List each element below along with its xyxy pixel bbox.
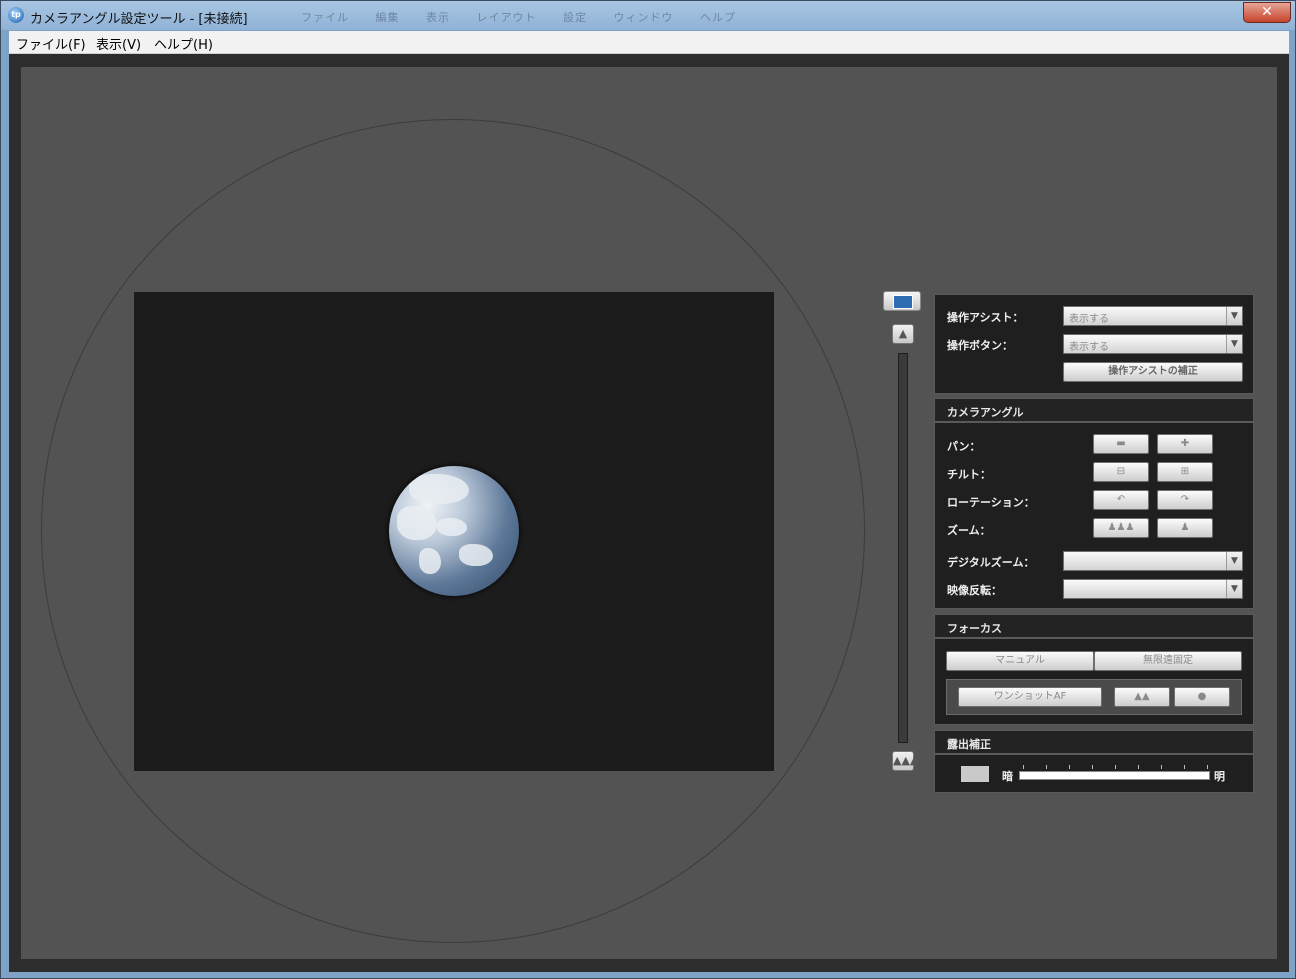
pan-plus-button[interactable]: ✚: [1157, 434, 1213, 454]
pan-minus-button[interactable]: ▬: [1093, 434, 1149, 454]
exposure-tick: [1207, 765, 1208, 769]
menu-help[interactable]: ヘルプ(H): [154, 34, 213, 53]
minus-box-icon: ⊟: [1116, 466, 1126, 477]
assist-correct-button[interactable]: 操作アシストの補正: [1063, 362, 1243, 382]
focus-near-button[interactable]: ●: [1174, 687, 1230, 707]
zoom-tele-icon[interactable]: ▲: [892, 324, 914, 344]
zoom-label: ズーム：: [947, 524, 991, 537]
focus-far-button[interactable]: ▲▲: [1114, 687, 1170, 707]
rotate-left-button[interactable]: ↶: [1093, 490, 1149, 510]
op-assist-label: 操作アシスト：: [947, 311, 1024, 324]
exposure-header: 露出補正: [934, 730, 1254, 754]
ghost-menu-item: ヘルプ: [700, 11, 736, 24]
plus-icon: ✚: [1180, 438, 1190, 449]
menu-view[interactable]: 表示(V): [96, 34, 141, 53]
chevron-down-icon: ▼: [1226, 552, 1242, 570]
focus-manual-button[interactable]: マニュアル: [946, 651, 1094, 671]
focus-infinity-button[interactable]: 無限遠固定: [1094, 651, 1242, 671]
ghost-menu-item: ウィンドウ: [613, 11, 674, 24]
person-icon: ●: [1197, 691, 1207, 702]
exposure-tick: [1046, 765, 1047, 769]
ghost-menu-item: 編集: [375, 11, 400, 24]
tilt-plus-button[interactable]: ⊞: [1157, 462, 1213, 482]
tilt-label: チルト：: [947, 468, 991, 481]
zoom-wide-icon[interactable]: ▲▲▲: [892, 751, 918, 771]
exposure-tick: [1184, 765, 1185, 769]
ghost-menu-item: ファイル: [301, 11, 349, 24]
close-button[interactable]: ✕: [1243, 2, 1291, 23]
exposure-tick: [1161, 765, 1162, 769]
pan-label: パン：: [947, 440, 981, 453]
chevron-down-icon: ▼: [1226, 335, 1242, 353]
exposure-tick: [1023, 765, 1024, 769]
exposure-slider[interactable]: [1019, 771, 1210, 780]
ghost-menu-item: レイアウト: [476, 11, 537, 24]
exposure-swatch: [961, 766, 989, 782]
digital-zoom-label: デジタルズーム：: [947, 556, 1035, 569]
app-window: tp カメラアングル設定ツール - [未接続] ファイル 編集 表示 レイアウト…: [0, 0, 1296, 979]
oneshot-af-button[interactable]: ワンショットAF: [958, 687, 1102, 707]
digital-zoom-select[interactable]: ▼: [1063, 551, 1243, 571]
fit-view-icon[interactable]: [883, 291, 921, 311]
exposure-tick: [1115, 765, 1116, 769]
op-assist-select[interactable]: 表示する ▼: [1063, 306, 1243, 326]
ghost-menu-item: 表示: [426, 11, 450, 24]
zoom-tele-button[interactable]: ♟: [1157, 518, 1213, 538]
rotation-label: ローテーション：: [947, 496, 1035, 509]
globe-image: [389, 466, 519, 596]
op-button-label: 操作ボタン：: [947, 339, 1013, 352]
minus-icon: ▬: [1116, 438, 1126, 449]
zoom-tele-icon: ♟: [1180, 522, 1190, 533]
tilt-minus-button[interactable]: ⊟: [1093, 462, 1149, 482]
menu-file[interactable]: ファイル(F): [16, 34, 86, 53]
window-title: カメラアングル設定ツール - [未接続]: [30, 12, 248, 27]
camera-angle-header: カメラアングル: [934, 398, 1254, 422]
zoom-wide-icon: ♟♟♟: [1107, 522, 1135, 533]
chevron-down-icon: ▼: [1226, 307, 1242, 325]
menu-bar: ファイル(F) 表示(V) ヘルプ(H): [9, 31, 1289, 54]
app-icon: tp: [8, 7, 24, 23]
title-bar[interactable]: tp カメラアングル設定ツール - [未接続] ファイル 編集 表示 レイアウト…: [1, 1, 1295, 30]
exposure-dark-label: 暗: [1002, 770, 1013, 783]
rotate-right-button[interactable]: ↷: [1157, 490, 1213, 510]
exposure-tick: [1138, 765, 1139, 769]
flip-label: 映像反転：: [947, 584, 1002, 597]
flip-select[interactable]: ▼: [1063, 579, 1243, 599]
op-button-value: 表示する: [1069, 342, 1109, 353]
ghost-menu: ファイル 編集 表示 レイアウト 設定 ウィンドウ ヘルプ: [301, 9, 758, 25]
exposure-bright-label: 明: [1214, 770, 1225, 783]
exposure-tick: [1069, 765, 1070, 769]
rotate-left-icon: ↶: [1116, 494, 1126, 505]
focus-header: フォーカス: [934, 614, 1254, 638]
zoom-slider-track[interactable]: [898, 353, 908, 743]
exposure-tick: [1092, 765, 1093, 769]
op-assist-value: 表示する: [1069, 314, 1109, 325]
plus-box-icon: ⊞: [1180, 466, 1190, 477]
op-button-select[interactable]: 表示する ▼: [1063, 334, 1243, 354]
mountain-icon: ▲▲: [1134, 691, 1150, 702]
ghost-menu-item: 設定: [563, 11, 587, 24]
chevron-down-icon: ▼: [1226, 580, 1242, 598]
zoom-wide-button[interactable]: ♟♟♟: [1093, 518, 1149, 538]
rotate-right-icon: ↷: [1180, 494, 1190, 505]
